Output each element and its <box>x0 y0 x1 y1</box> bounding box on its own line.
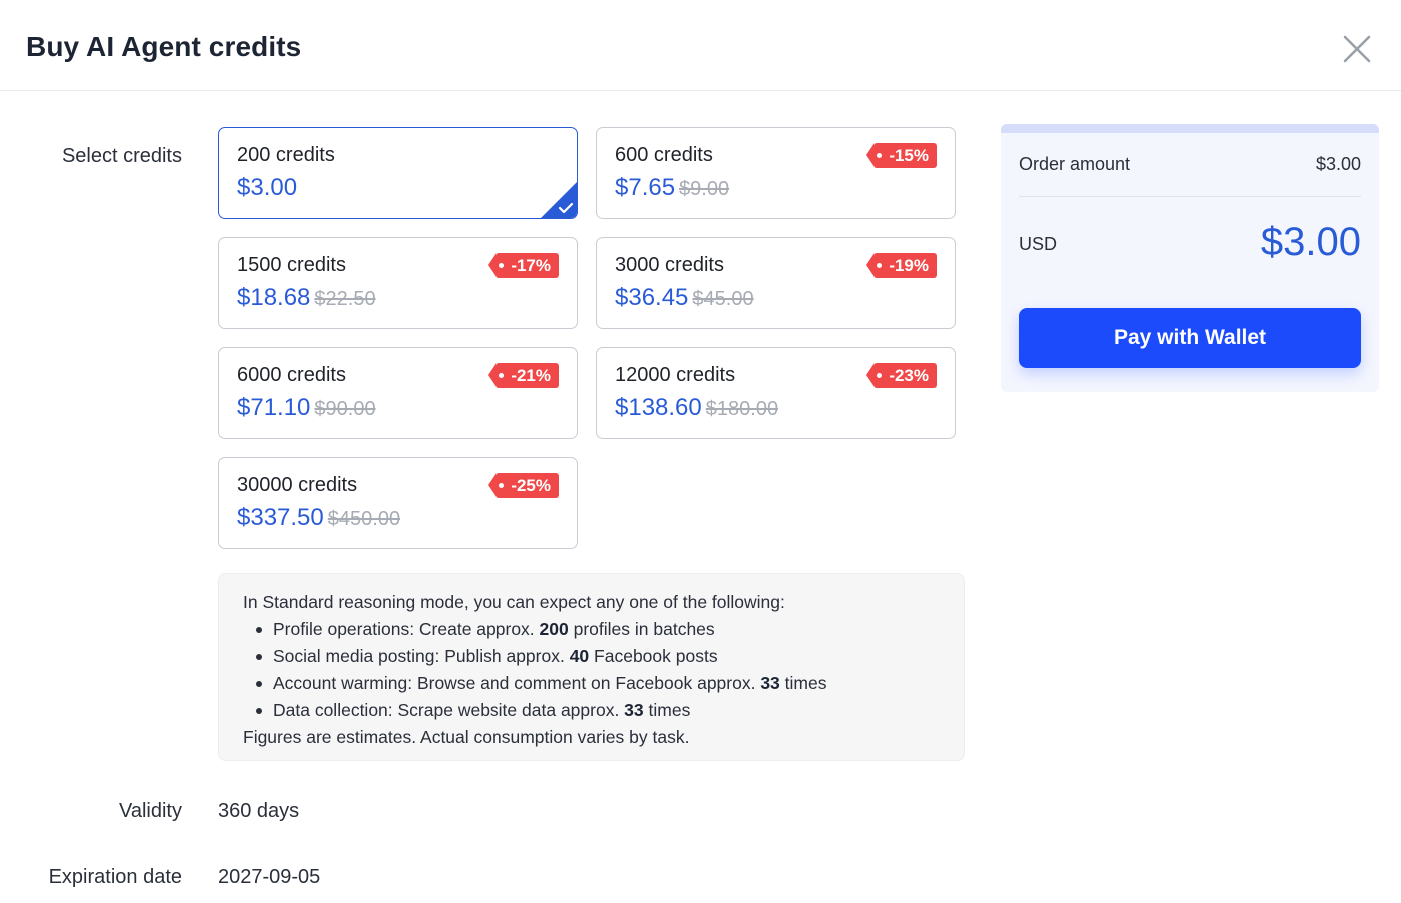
credits-amount: 1500 credits <box>237 254 346 276</box>
validity-value: 360 days <box>218 800 300 822</box>
order-summary-panel: Order amount $3.00 USD $3.00 Pay with Wa… <box>1001 124 1379 392</box>
credit-option-600[interactable]: 600 credits -15% $7.65 $9.00 <box>596 127 956 219</box>
usage-intro: In Standard reasoning mode, you can expe… <box>243 592 785 612</box>
select-credits-label: Select credits <box>61 145 182 167</box>
credits-amount: 12000 credits <box>615 364 736 386</box>
price: $138.60 <box>615 394 702 421</box>
original-price: $450.00 <box>327 508 401 530</box>
total-amount: $3.00 <box>1260 220 1361 264</box>
validity-label: Validity <box>119 800 182 822</box>
discount-badge: -23% <box>866 363 937 388</box>
divider <box>1019 196 1361 197</box>
order-amount-label: Order amount <box>1019 154 1131 174</box>
price: $3.00 <box>237 174 298 201</box>
discount-badge: -19% <box>866 253 937 278</box>
list-item: Data collection: Scrape website data app… <box>243 697 940 724</box>
expiration-date-label: Expiration date <box>48 866 182 888</box>
price: $71.10 <box>237 394 311 421</box>
dialog-title: Buy AI Agent credits <box>26 31 302 62</box>
usage-estimate-box: In Standard reasoning mode, you can expe… <box>218 573 965 761</box>
list-item: Social media posting: Publish approx. 40… <box>243 643 940 670</box>
pay-with-wallet-button[interactable]: Pay with Wallet <box>1019 308 1361 368</box>
list-item: Account warming: Browse and comment on F… <box>243 670 940 697</box>
panel-top-bar <box>1001 124 1379 133</box>
close-icon[interactable] <box>1340 32 1374 66</box>
price: $7.65 <box>615 174 676 201</box>
credits-amount: 600 credits <box>615 144 713 166</box>
discount-badge: -21% <box>488 363 559 388</box>
original-price: $22.50 <box>314 288 376 310</box>
price: $337.50 <box>237 504 324 531</box>
order-amount-value: $3.00 <box>1315 154 1361 174</box>
credit-option-30000[interactable]: 30000 credits -25% $337.50 $450.00 <box>218 457 578 549</box>
credit-option-200[interactable]: 200 credits $3.00 <box>218 127 578 219</box>
usage-footer: Figures are estimates. Actual consumptio… <box>243 727 690 747</box>
credit-option-12000[interactable]: 12000 credits -23% $138.60 $180.00 <box>596 347 956 439</box>
price: $18.68 <box>237 284 311 311</box>
usage-list: Profile operations: Create approx. 200 p… <box>243 616 940 724</box>
credits-amount: 200 credits <box>237 144 335 166</box>
discount-badge: -15% <box>866 143 937 168</box>
discount-badge: -25% <box>488 473 559 498</box>
original-price: $9.00 <box>679 178 730 200</box>
price: $36.45 <box>615 284 689 311</box>
original-price: $45.00 <box>692 288 754 310</box>
dialog-header: Buy AI Agent credits <box>0 0 1401 91</box>
credits-amount: 3000 credits <box>615 254 724 276</box>
expiration-date-value: 2027-09-05 <box>218 866 321 888</box>
credits-amount: 30000 credits <box>237 474 358 496</box>
credit-option-1500[interactable]: 1500 credits -17% $18.68 $22.50 <box>218 237 578 329</box>
list-item: Profile operations: Create approx. 200 p… <box>243 616 940 643</box>
original-price: $90.00 <box>314 398 376 420</box>
original-price: $180.00 <box>705 398 779 420</box>
credit-option-3000[interactable]: 3000 credits -19% $36.45 $45.00 <box>596 237 956 329</box>
currency-label: USD <box>1019 234 1058 254</box>
credits-amount: 6000 credits <box>237 364 346 386</box>
selected-check-icon <box>541 182 577 218</box>
discount-badge: -17% <box>488 253 559 278</box>
credit-option-6000[interactable]: 6000 credits -21% $71.10 $90.00 <box>218 347 578 439</box>
